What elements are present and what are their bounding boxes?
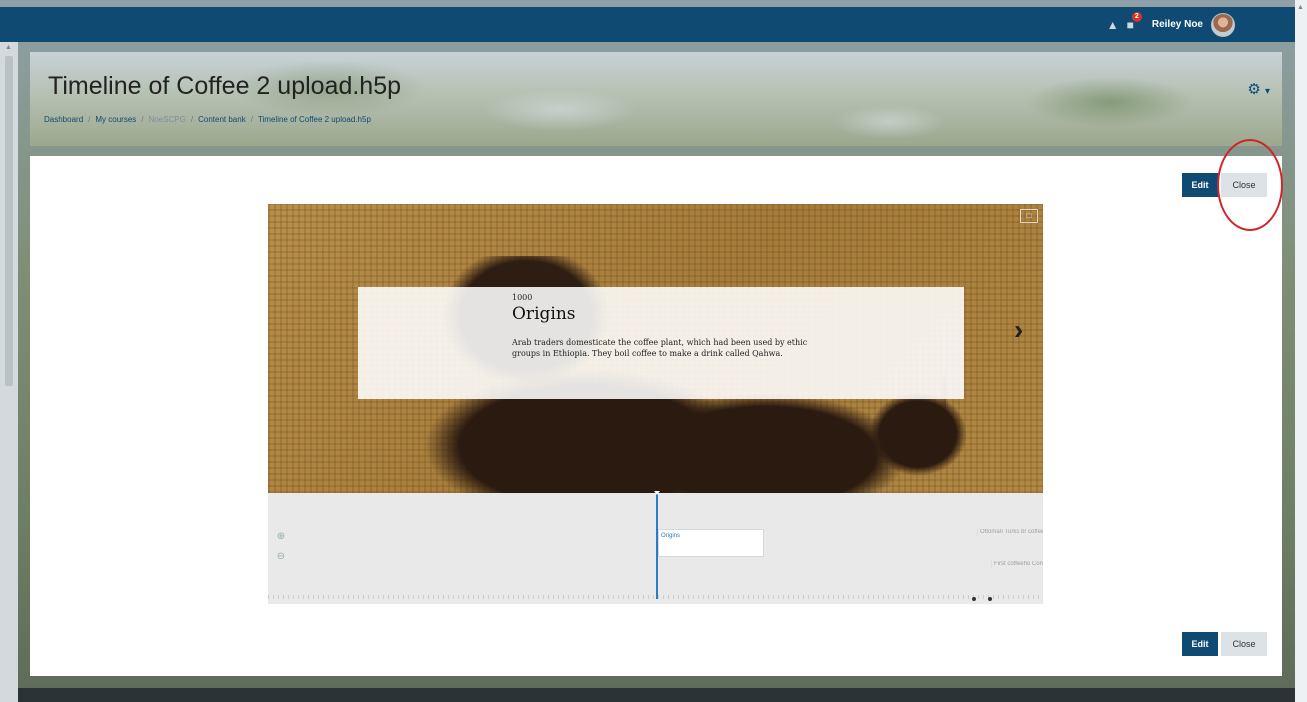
bell-icon[interactable]: ▲ — [1107, 19, 1119, 31]
edit-button-bottom[interactable]: Edit — [1182, 632, 1218, 656]
close-button[interactable]: Close — [1221, 173, 1267, 197]
h5p-timeline: 1000 Origins Arab traders domesticate th… — [268, 204, 1043, 604]
right-scrollbar[interactable]: ▲ — [1295, 0, 1307, 702]
timeline-flag-ottoman[interactable]: Ottoman Turks br coffee to Constan — [977, 529, 1043, 536]
event-card: 1000 Origins Arab traders domesticate th… — [358, 287, 964, 399]
timeline-flag-origins[interactable]: Origins — [658, 529, 764, 557]
scroll-up-arrow-icon[interactable]: ▲ — [1297, 4, 1304, 11]
zoom-out-icon[interactable]: ⊖ — [273, 549, 289, 565]
breadcrumb-separator: / — [141, 115, 144, 124]
breadcrumb-content-bank[interactable]: Content bank — [198, 115, 246, 124]
timeline-flag-first-coffeehouse[interactable]: First coffeeho Constantinop 'Kiva Han' — [991, 561, 1043, 568]
left-scrollbar[interactable]: ▲ — [0, 42, 18, 702]
breadcrumb-course[interactable]: NoeSCPG — [149, 115, 186, 124]
message-count-badge: 2 — [1131, 11, 1142, 22]
page-header: Timeline of Coffee 2 upload.h5p Dashboar… — [30, 52, 1282, 146]
avatar[interactable] — [1211, 12, 1235, 37]
edit-button[interactable]: Edit — [1182, 173, 1218, 197]
breadcrumb: Dashboard / My courses / NoeSCPG / Conte… — [44, 115, 371, 124]
timeline-slide: 1000 Origins Arab traders domesticate th… — [268, 204, 1043, 496]
breadcrumb-my-courses[interactable]: My courses — [95, 115, 136, 124]
timeline-marker-arrow — [654, 491, 660, 495]
close-button-bottom[interactable]: Close — [1221, 632, 1267, 656]
top-navbar: ▲ ■ 2 Reiley Noe — [0, 7, 1295, 42]
gear-icon[interactable]: ⚙ ▾ — [1247, 80, 1270, 98]
breadcrumb-separator: / — [250, 115, 253, 124]
zoom-in-icon[interactable]: ⊕ — [273, 529, 289, 545]
timeline-ruler — [268, 595, 1043, 604]
timeline-navigation: ⊕ ⊖ Origins Ottoman Turks br coffee to C… — [268, 491, 1043, 604]
event-description: Arab traders domesticate the coffee plan… — [512, 338, 808, 358]
scrollbar-thumb[interactable] — [5, 56, 13, 386]
user-name[interactable]: Reiley Noe — [1152, 19, 1203, 30]
main-content: Edit Close 1000 Origins Arab traders dom… — [30, 139, 1283, 676]
breadcrumb-separator: / — [190, 115, 194, 124]
timeline-event-dot[interactable] — [988, 597, 992, 601]
navbar-user-area: ▲ ■ 2 Reiley Noe — [1107, 7, 1235, 42]
breadcrumb-dashboard[interactable]: Dashboard — [44, 115, 83, 124]
chevron-right-icon[interactable]: › — [1014, 316, 1023, 344]
scroll-up-arrow-icon[interactable]: ▲ — [5, 44, 12, 51]
fullscreen-icon[interactable]: □ — [1020, 209, 1038, 223]
page-title: Timeline of Coffee 2 upload.h5p — [48, 72, 402, 100]
breadcrumb-separator: / — [88, 115, 91, 124]
page-footer — [18, 688, 1295, 702]
event-year: 1000 — [512, 293, 533, 302]
breadcrumb-current: Timeline of Coffee 2 upload.h5p — [257, 115, 371, 124]
timeline-event-dot[interactable] — [972, 597, 976, 601]
event-title: Origins — [512, 304, 576, 324]
chat-icon[interactable]: ■ 2 — [1127, 11, 1142, 31]
